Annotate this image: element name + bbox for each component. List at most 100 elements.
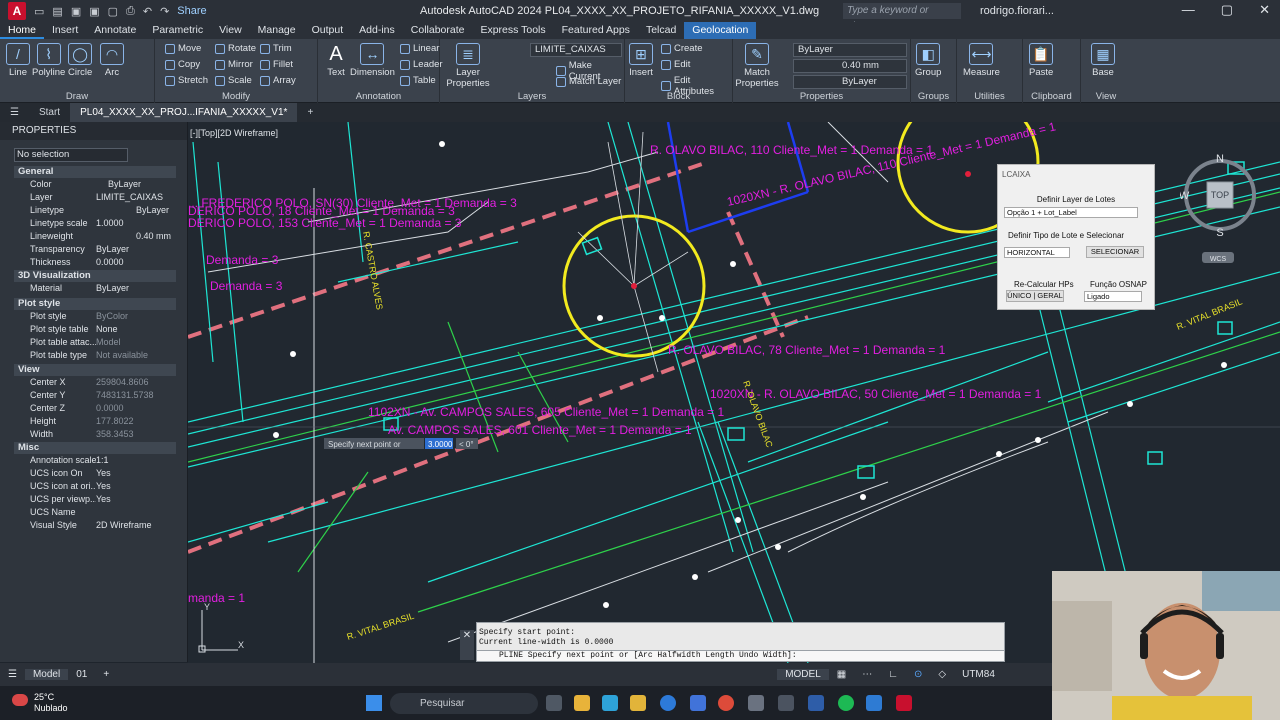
section-view[interactable]: View [14,364,176,376]
base-tool-label[interactable]: Base [1092,67,1114,78]
new-tab-icon[interactable]: + [297,103,323,122]
properties-panel-title[interactable]: Properties [733,91,910,102]
tab-annotate[interactable]: Annotate [86,22,144,39]
copy-tool[interactable]: Copy [178,59,200,70]
layer-properties-label[interactable]: Layer Properties [446,67,490,89]
prop-thickness-value[interactable]: 0.0000 [96,257,176,270]
tab-collaborate[interactable]: Collaborate [403,22,473,39]
browser-icon[interactable] [660,695,676,711]
tab-home[interactable]: Home [0,22,45,39]
model-space-toggle[interactable]: MODEL [777,669,829,680]
minimize-icon[interactable]: — [1182,2,1195,18]
prop-visualstyle-value[interactable]: 2D Wireframe [96,520,176,533]
tab-geolocation[interactable]: Geolocation [684,22,757,39]
command-input[interactable]: PLINE Specify next point or [Arc Halfwid… [476,650,1005,662]
tab-addins[interactable]: Add-ins [351,22,403,39]
dyn-input-value[interactable]: 3.0000 [428,440,453,449]
section-plot-style[interactable]: Plot style [14,298,176,310]
save-icon[interactable]: ▣ [71,5,81,18]
table-tool[interactable]: Table [413,75,436,86]
insert-tool-label[interactable]: Insert [629,67,653,78]
text-tool-label[interactable]: Text [327,67,344,78]
prop-ucsicon-value[interactable]: Yes [96,468,176,481]
line-tool-label[interactable]: Line [9,67,27,78]
circle-icon[interactable]: ◯ [68,43,93,65]
polyline-tool-label[interactable]: Polyline [32,67,65,78]
utilities-panel-title[interactable]: Utilities [957,91,1022,102]
model-layout-tab[interactable]: Model [24,669,69,680]
dyn-input-angle[interactable]: < 0° [459,440,474,449]
add-layout-icon[interactable]: + [95,669,117,680]
store-icon[interactable] [808,695,824,711]
wcs-menu[interactable]: WCS [1210,256,1227,263]
spotify-icon[interactable] [838,695,854,711]
layout-tab-01[interactable]: 01 [68,669,95,680]
layers-panel-title[interactable]: Layers [440,91,624,102]
insert-icon[interactable]: ⊞ [629,43,653,65]
folder-icon[interactable] [630,695,646,711]
osnap-dropdown[interactable]: Ligado [1084,291,1142,302]
layer-properties-icon[interactable]: ≣ [456,43,480,65]
file-explorer-icon[interactable] [574,695,590,711]
tab-manage[interactable]: Manage [250,22,304,39]
layouts-menu-icon[interactable]: ☰ [0,669,25,680]
chrome-icon[interactable] [718,695,734,711]
app-icon[interactable] [778,695,794,711]
prop-material-value[interactable]: ByLayer [96,283,176,296]
section-misc[interactable]: Misc [14,442,176,454]
section-3d-visualization[interactable]: 3D Visualization [14,270,176,282]
lineweight-dropdown[interactable]: 0.40 mm [793,59,907,73]
prop-ltscale-value[interactable]: 1.0000 [96,218,176,231]
command-close-icon[interactable]: ✕ [460,630,474,660]
group-icon[interactable]: ◧ [916,43,941,65]
weather-icon[interactable] [12,694,28,706]
measure-icon[interactable]: ⟷ [969,43,994,65]
tab-telcad[interactable]: Telcad [638,22,684,39]
plot-icon[interactable]: ⎙ [126,5,135,18]
view-panel-title[interactable]: View [1081,91,1131,102]
text-icon[interactable]: A [324,43,348,65]
create-block-tool[interactable]: Create [674,43,703,54]
paste-tool-label[interactable]: Paste [1029,67,1053,78]
array-tool[interactable]: Array [273,75,296,86]
mirror-tool[interactable]: Mirror [228,59,253,70]
viewport-controls[interactable]: [-][Top][2D Wireframe] [190,128,278,138]
leader-tool[interactable]: Leader [413,59,443,70]
layer-lotes-dropdown[interactable]: Opção 1 + Lot_Label [1004,207,1138,218]
autocad-logo-icon[interactable]: A [8,2,26,20]
annotation-panel-title[interactable]: Annotation [318,91,439,102]
trim-tool[interactable]: Trim [273,43,292,54]
tab-express-tools[interactable]: Express Tools [472,22,553,39]
line-icon[interactable]: / [6,43,30,65]
scale-tool[interactable]: Scale [228,75,252,86]
web-icon[interactable]: ▢ [108,5,118,18]
match-properties-label[interactable]: Match Properties [735,67,778,89]
settings-icon[interactable] [748,695,764,711]
saveas-icon[interactable]: ▣ [89,5,99,18]
tab-output[interactable]: Output [304,22,352,39]
stretch-tool[interactable]: Stretch [178,75,208,86]
measure-tool-label[interactable]: Measure [963,67,1000,78]
hamburger-menu-icon[interactable]: ☰ [0,103,29,122]
dimension-tool-label[interactable]: Dimension [350,67,395,78]
compass-north[interactable]: N [1216,153,1224,165]
arc-icon[interactable]: ◠ [100,43,124,65]
groups-panel-title[interactable]: Groups [911,91,956,102]
close-icon[interactable]: ✕ [1259,2,1270,18]
task-view-icon[interactable] [546,695,562,711]
maximize-icon[interactable]: ▢ [1221,2,1233,18]
prop-annoscale-value[interactable]: 1:1 [96,455,176,468]
prop-ucsviewport-value[interactable]: Yes [96,494,176,507]
taskbar-search[interactable]: Pesquisar [390,693,538,714]
prop-linetype-value[interactable]: ByLayer [96,205,176,218]
clipboard-panel-title[interactable]: Clipboard [1023,91,1080,102]
prop-layer-value[interactable]: LIMITE_CAIXAS [96,192,176,205]
tipo-lote-dropdown[interactable]: HORIZONTAL [1004,247,1070,258]
edit-block-tool[interactable]: Edit [674,59,690,70]
user-account[interactable]: rodrigo.fiorari... [980,5,1054,17]
color-dropdown[interactable]: ByLayer [793,43,907,57]
arc-tool-label[interactable]: Arc [105,67,119,78]
start-menu-icon[interactable] [366,695,382,711]
ortho-icon[interactable]: ∟ [880,669,906,680]
layer-dropdown[interactable]: LIMITE_CAIXAS [530,43,622,57]
